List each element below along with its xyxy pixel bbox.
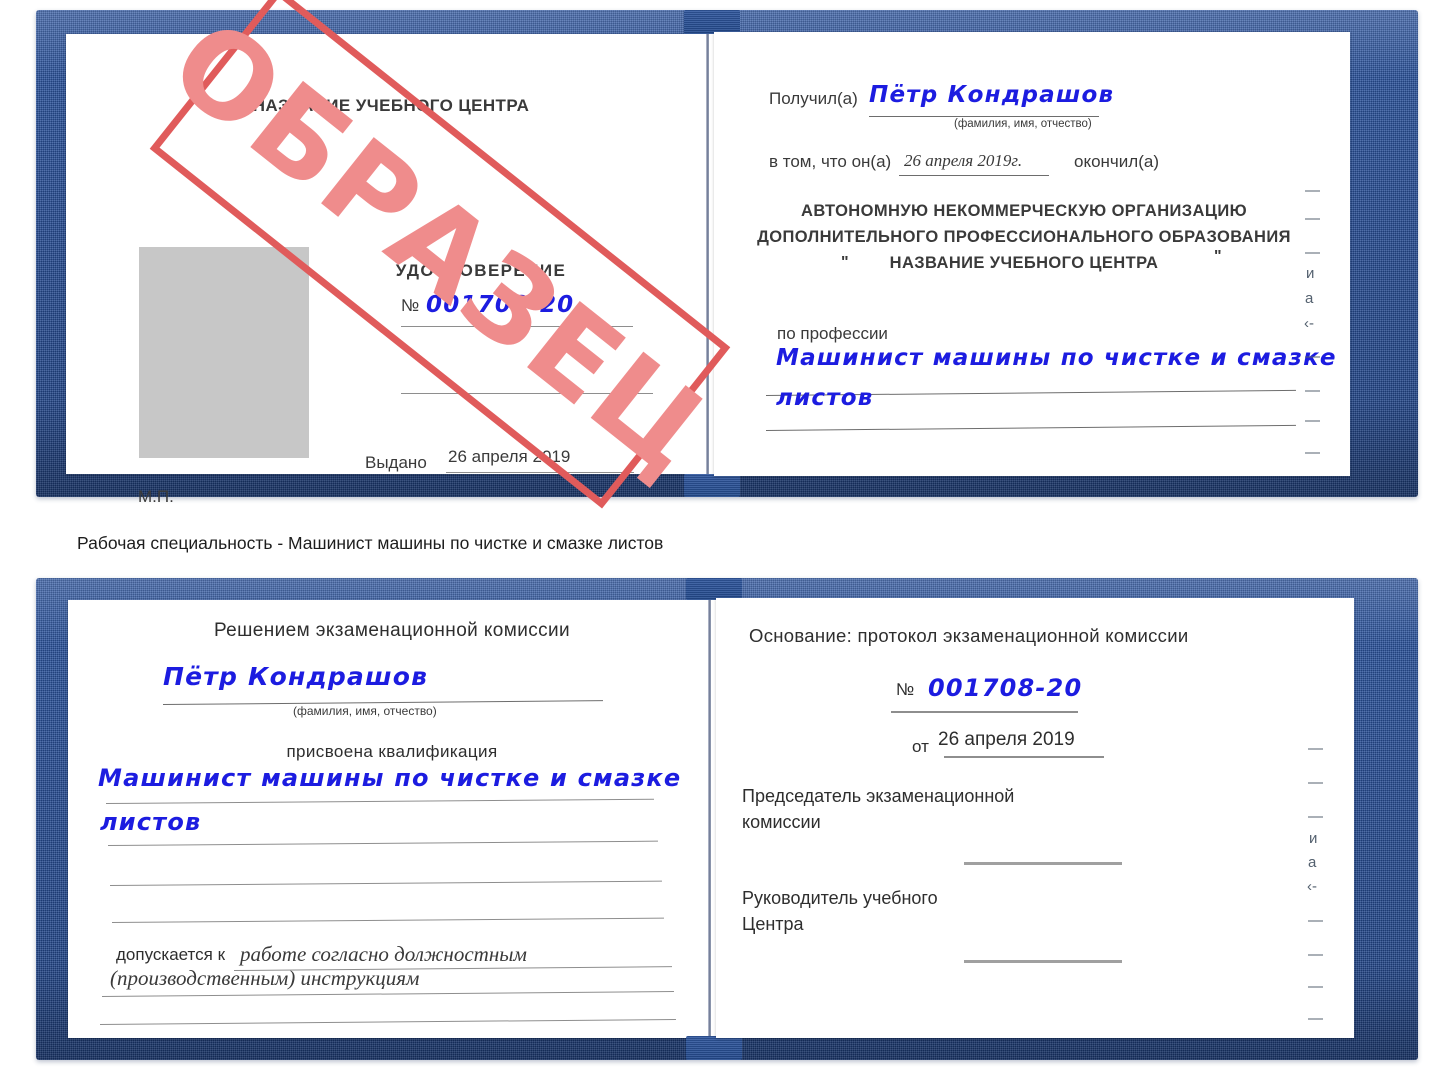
edge-mark-1: — bbox=[1305, 210, 1320, 227]
back-spine-tab-top bbox=[686, 578, 742, 600]
received-rule bbox=[869, 116, 1099, 117]
edge-mark-6: — bbox=[1305, 348, 1320, 365]
chairman-signature-rule bbox=[964, 862, 1122, 865]
edge-mark-5: ‹- bbox=[1304, 315, 1314, 332]
back-edge-mark-5: ‹- bbox=[1307, 878, 1317, 895]
admitted-label: допускается к bbox=[116, 945, 226, 964]
org-title-front-left: НАЗВАНИЕ УЧЕБНОГО ЦЕНТРА bbox=[252, 96, 530, 115]
finished-label: окончил(а) bbox=[1074, 152, 1159, 171]
qual-rule-1 bbox=[105, 798, 654, 804]
org-name-line2: ДОПОЛНИТЕЛЬНОГО ПРОФЕССИОНАЛЬНОГО ОБРАЗО… bbox=[757, 228, 1291, 246]
certificate-front-book: НАЗВАНИЕ УЧЕБНОГО ЦЕНТРА УДОСТОВЕРЕНИЕ №… bbox=[36, 0, 1418, 509]
profession-rule-2 bbox=[765, 424, 1296, 431]
back-edge-mark-6: — bbox=[1308, 912, 1323, 929]
chairman-line1: Председатель экзаменационной bbox=[742, 786, 1015, 806]
certificate-back-book: Решением экзаменационной комиссии Пётр К… bbox=[36, 578, 1418, 1060]
org-quote-close: " bbox=[1214, 248, 1222, 265]
back-right-page: Основание: протокол экзаменационной коми… bbox=[716, 598, 1354, 1038]
back-spine bbox=[708, 598, 711, 1038]
edge-mark-4: а bbox=[1305, 290, 1314, 307]
caption-text: Рабочая специальность - Машинист машины … bbox=[77, 533, 664, 553]
protocol-number-rule bbox=[891, 711, 1078, 713]
profession-label: по профессии bbox=[777, 324, 888, 343]
qualification-line1: Машинист машины по чистке и смазке bbox=[98, 764, 682, 792]
back-edge-mark-9: — bbox=[1308, 1010, 1323, 1027]
head-line2: Центра bbox=[742, 914, 804, 934]
number-rule-front bbox=[401, 326, 633, 327]
commission-heading: Решением экзаменационной комиссии bbox=[213, 620, 571, 641]
edge-mark-7: — bbox=[1305, 382, 1320, 399]
number-value-front: 001708-20 bbox=[426, 292, 575, 318]
profession-value-line2: листов bbox=[776, 385, 874, 411]
back-name-value: Пётр Кондрашов bbox=[163, 662, 429, 691]
protocol-number-label: № bbox=[896, 680, 915, 699]
qual-rule-4 bbox=[111, 917, 664, 923]
admitted-rule-3 bbox=[99, 1018, 676, 1025]
chairman-line2: комиссии bbox=[742, 812, 821, 832]
back-edge-mark-0: — bbox=[1308, 740, 1323, 757]
finish-date-value: 26 апреля 2019г. bbox=[904, 151, 1023, 170]
number-label-front: № bbox=[401, 296, 420, 315]
fio-hint-back: (фамилия, имя, отчество) bbox=[293, 704, 437, 718]
org-name-line3: НАЗВАНИЕ УЧЕБНОГО ЦЕНТРА bbox=[889, 254, 1159, 272]
protocol-date-value: 26 апреля 2019 bbox=[938, 729, 1075, 750]
back-edge-mark-2: — bbox=[1308, 808, 1323, 825]
protocol-date-label: от bbox=[912, 737, 929, 756]
qual-rule-3 bbox=[109, 880, 662, 886]
qualification-label: присвоена квалификация bbox=[286, 742, 498, 761]
back-edge-mark-3: и bbox=[1309, 830, 1318, 847]
back-left-page: Решением экзаменационной комиссии Пётр К… bbox=[68, 600, 716, 1038]
profession-value-line1: Машинист машины по чистке и смазке bbox=[776, 345, 1337, 371]
back-edge-mark-7: — bbox=[1308, 946, 1323, 963]
blank-rule-front bbox=[401, 393, 653, 394]
qualification-line2: листов bbox=[100, 808, 202, 836]
edge-mark-0: — bbox=[1305, 182, 1320, 199]
in-that-label: в том, что он(а) bbox=[769, 152, 892, 171]
fio-hint-front: (фамилия, имя, отчество) bbox=[954, 118, 1092, 130]
seal-label-front: М.П. bbox=[138, 487, 174, 506]
finish-date-rule bbox=[899, 175, 1049, 176]
edge-mark-8: — bbox=[1305, 412, 1320, 429]
head-line1: Руководитель учебного bbox=[742, 888, 938, 908]
issued-label-front: Выдано bbox=[365, 453, 427, 472]
back-spine-tab-bottom bbox=[686, 1036, 742, 1060]
received-label: Получил(а) bbox=[769, 89, 858, 108]
admitted-rule-2 bbox=[101, 991, 674, 997]
head-signature-rule bbox=[964, 960, 1122, 963]
admitted-value-line2: (производственным) инструкциям bbox=[110, 966, 420, 990]
doc-title-front-left: УДОСТОВЕРЕНИЕ bbox=[395, 261, 567, 280]
back-edge-mark-1: — bbox=[1308, 774, 1323, 791]
back-edge-mark-8: — bbox=[1308, 978, 1323, 995]
admitted-value-line1: работе согласно должностным bbox=[240, 942, 527, 966]
front-spine bbox=[706, 32, 709, 476]
issued-rule-front bbox=[446, 472, 634, 473]
org-name-line1: АВТОНОМНУЮ НЕКОММЕРЧЕСКУЮ ОРГАНИЗАЦИЮ bbox=[801, 202, 1247, 220]
received-value: Пётр Кондрашов bbox=[869, 82, 1115, 108]
edge-mark-2: — bbox=[1305, 244, 1320, 261]
front-left-page: НАЗВАНИЕ УЧЕБНОГО ЦЕНТРА УДОСТОВЕРЕНИЕ №… bbox=[66, 34, 716, 506]
qual-rule-2 bbox=[107, 840, 658, 846]
basis-label: Основание: протокол экзаменационной коми… bbox=[749, 625, 1189, 646]
protocol-number-value: 001708-20 bbox=[928, 674, 1083, 702]
issued-value-front: 26 апреля 2019 bbox=[448, 447, 571, 466]
edge-mark-3: и bbox=[1306, 265, 1315, 282]
protocol-date-rule bbox=[944, 756, 1104, 758]
front-spine-tab-top bbox=[684, 10, 740, 34]
front-spine-tab-bottom bbox=[684, 474, 740, 497]
back-edge-mark-4: а bbox=[1308, 854, 1317, 871]
edge-mark-9: — bbox=[1305, 444, 1320, 461]
front-right-page: Получил(а) Пётр Кондрашов (фамилия, имя,… bbox=[714, 32, 1350, 476]
